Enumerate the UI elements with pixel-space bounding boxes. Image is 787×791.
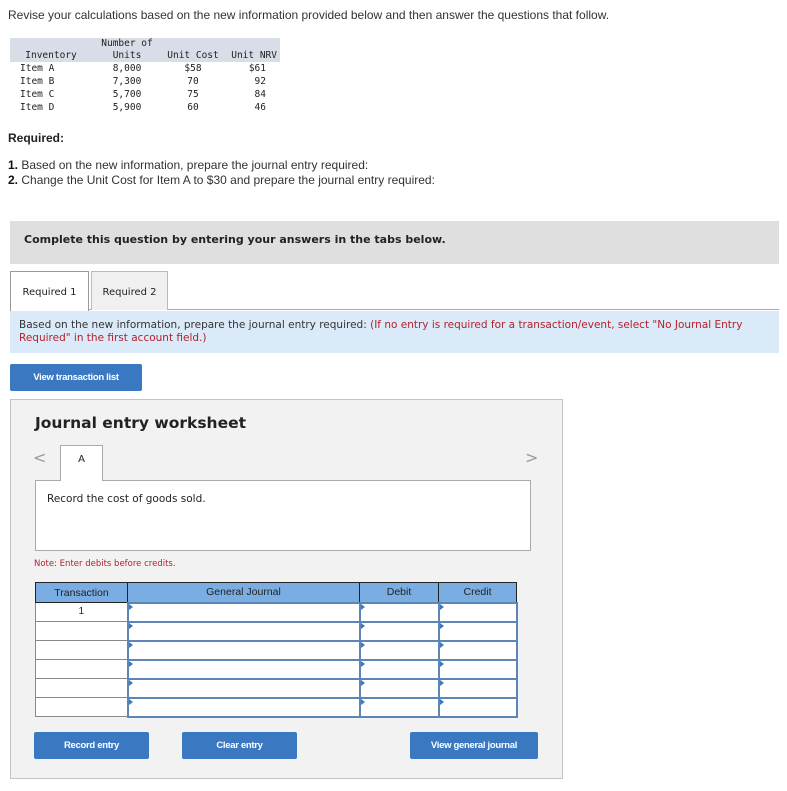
dropdown-marker-icon [128,679,133,686]
debit-field[interactable] [358,620,440,642]
worksheet-title: Journal entry worksheet [35,414,247,432]
debit-field[interactable] [358,601,440,623]
journal-row [35,658,518,680]
header-unit-cost: Unit Cost [162,50,224,62]
journal-table: Transaction General Journal Debit Credit… [35,582,518,718]
transaction-number [35,678,128,698]
credit-field[interactable] [437,639,518,661]
instructions-banner: Complete this question by entering your … [10,221,779,264]
view-transaction-list-button[interactable]: View transaction list [10,364,142,391]
input-marker-icon [360,698,365,705]
header-unit-nrv: Unit NRV [224,50,280,62]
dropdown-marker-icon [128,660,133,667]
debit-field[interactable] [358,658,440,680]
input-marker-icon [439,641,444,648]
transaction-number [35,640,128,660]
input-marker-icon [360,679,365,686]
tab-required-2[interactable]: Required 2 [91,271,168,310]
account-field[interactable] [126,677,361,699]
instruction-text: Based on the new information, prepare th… [19,319,371,331]
credit-field[interactable] [437,620,518,642]
account-field[interactable] [126,639,361,661]
record-entry-button[interactable]: Record entry [34,732,149,759]
col-transaction: Transaction [35,582,128,603]
clear-entry-button[interactable]: Clear entry [182,732,297,759]
journal-row [35,639,518,661]
input-marker-icon [439,603,444,610]
dropdown-marker-icon [128,603,133,610]
account-field[interactable] [126,658,361,680]
transaction-number: 1 [35,602,128,622]
debit-field[interactable] [358,639,440,661]
instruction-box: Based on the new information, prepare th… [10,311,779,353]
intro-text: Revise your calculations based on the ne… [8,8,610,22]
chevron-right-icon[interactable]: > [525,448,538,467]
transaction-number [35,621,128,641]
input-marker-icon [360,603,365,610]
journal-row [35,620,518,642]
dropdown-marker-icon [128,641,133,648]
dropdown-marker-icon [128,622,133,629]
account-field[interactable] [126,696,361,718]
inventory-row: Item C 5,700 75 84 [20,89,266,100]
journal-entry-worksheet: Journal entry worksheet < A > Record the… [10,399,563,779]
tab-required-1[interactable]: Required 1 [10,271,89,311]
dropdown-marker-icon [128,698,133,705]
inventory-row: Item A 8,000 $58 $61 [20,63,266,74]
header-units-top: Number of [92,38,162,50]
input-marker-icon [360,660,365,667]
required-title: Required: [8,131,65,145]
header-inventory: Inventory [10,50,92,62]
required-item-1: 1. Based on the new information, prepare… [8,158,369,172]
view-general-journal-button[interactable]: View general journal [410,732,538,759]
required-list: 1. Based on the new information, prepare… [8,158,435,188]
debit-field[interactable] [358,696,440,718]
input-marker-icon [439,698,444,705]
worksheet-tab-a[interactable]: A [60,445,103,481]
header-units: Units [92,50,162,62]
input-marker-icon [439,622,444,629]
credit-field[interactable] [437,601,518,623]
input-marker-icon [360,641,365,648]
required-item-2: 2. Change the Unit Cost for Item A to $3… [8,173,435,187]
credit-field[interactable] [437,696,518,718]
input-marker-icon [439,660,444,667]
chevron-left-icon[interactable]: < [33,448,46,467]
account-field[interactable] [126,620,361,642]
debits-note: Note: Enter debits before credits. [34,559,176,569]
journal-row: 1 [35,601,518,623]
input-marker-icon [439,679,444,686]
entry-description: Record the cost of goods sold. [35,480,531,551]
transaction-number [35,697,128,717]
col-credit: Credit [438,582,517,603]
inventory-row: Item D 5,900 60 46 [20,102,266,113]
col-debit: Debit [359,582,439,603]
inventory-row: Item B 7,300 70 92 [20,76,266,87]
requirement-tabs: Required 1 Required 2 [10,271,779,311]
credit-field[interactable] [437,677,518,699]
account-field[interactable] [126,601,361,623]
journal-row [35,696,518,718]
credit-field[interactable] [437,658,518,680]
transaction-number [35,659,128,679]
input-marker-icon [360,622,365,629]
col-general-journal: General Journal [127,582,360,603]
inventory-table: Number of Inventory Units Unit Cost Unit… [10,38,280,114]
debit-field[interactable] [358,677,440,699]
journal-row [35,677,518,699]
